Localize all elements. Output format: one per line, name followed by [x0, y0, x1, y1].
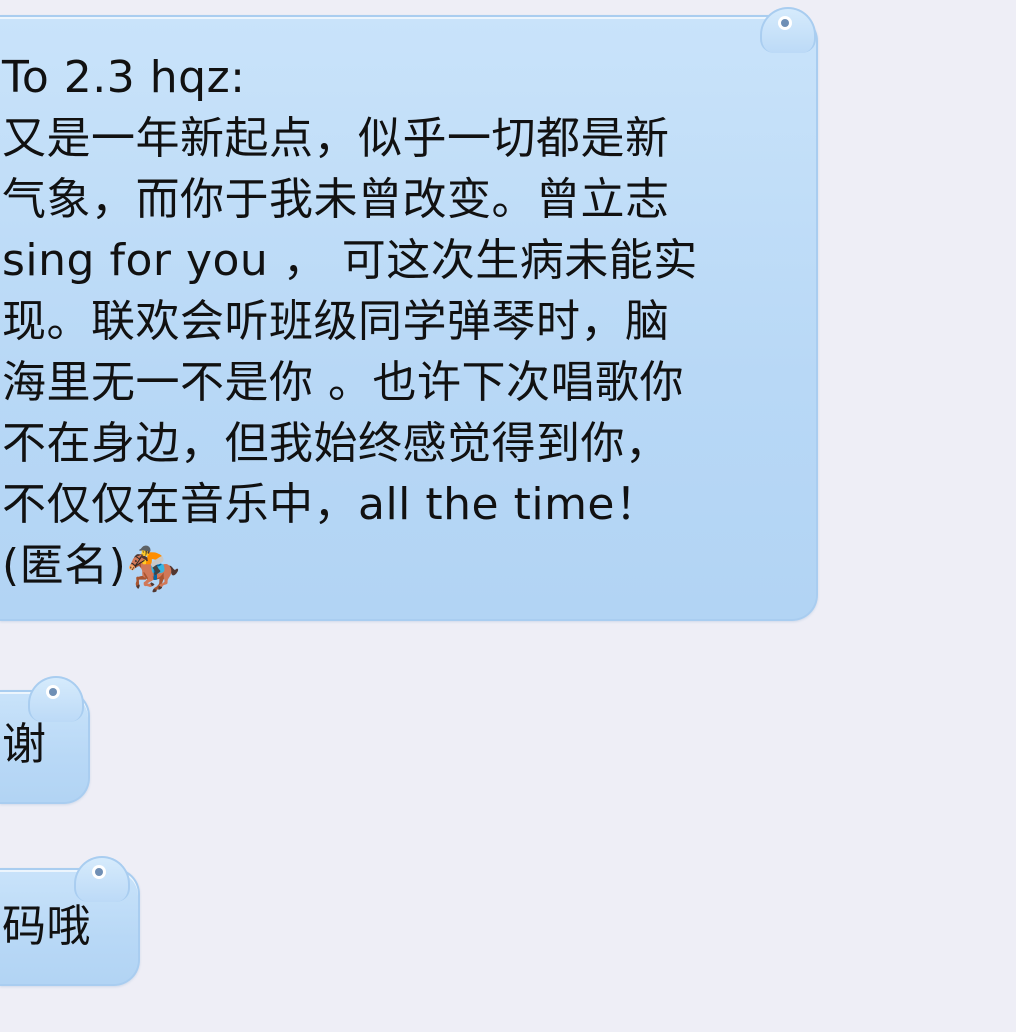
- message-text: To 2.3 hqz: 又是一年新起点，似乎一切都是新 气象，而你于我未曾改变。曾立…: [2, 47, 698, 596]
- message-line: sing for you ， 可这次生病未能实: [2, 235, 698, 286]
- horse-racing-icon: 🏇: [126, 544, 182, 595]
- message-line: To 2.3 hqz:: [2, 52, 246, 103]
- message-line: 现。联欢会听班级同学弹琴时，脑: [2, 296, 670, 347]
- message-line: 海里无一不是你 。也许下次唱歌你: [2, 357, 684, 408]
- message-line: (匿名): [2, 540, 127, 591]
- bubble-eye-icon: [92, 865, 106, 879]
- message-line: 又是一年新起点，似乎一切都是新: [2, 113, 670, 164]
- bubble-eye-icon: [778, 16, 792, 30]
- message-bubble-thanks[interactable]: 谢: [0, 676, 90, 804]
- message-line: 不在身边，但我始终感觉得到你，: [2, 418, 670, 469]
- message-line: 不仅仅在音乐中，all the time！: [2, 479, 660, 530]
- message-line: 气象，而你于我未曾改变。曾立志: [2, 174, 670, 225]
- message-text: 谢: [2, 719, 47, 770]
- message-bubble-main[interactable]: To 2.3 hqz: 又是一年新起点，似乎一切都是新 气象，而你于我未曾改变。曾立…: [0, 7, 818, 621]
- message-text: 码哦: [2, 901, 91, 952]
- chat-area: To 2.3 hqz: 又是一年新起点，似乎一切都是新 气象，而你于我未曾改变。曾立…: [0, 0, 1016, 1032]
- message-bubble-ma[interactable]: 码哦: [0, 856, 140, 986]
- bubble-eye-icon: [46, 685, 60, 699]
- bubble-ear-decoration: [760, 7, 816, 53]
